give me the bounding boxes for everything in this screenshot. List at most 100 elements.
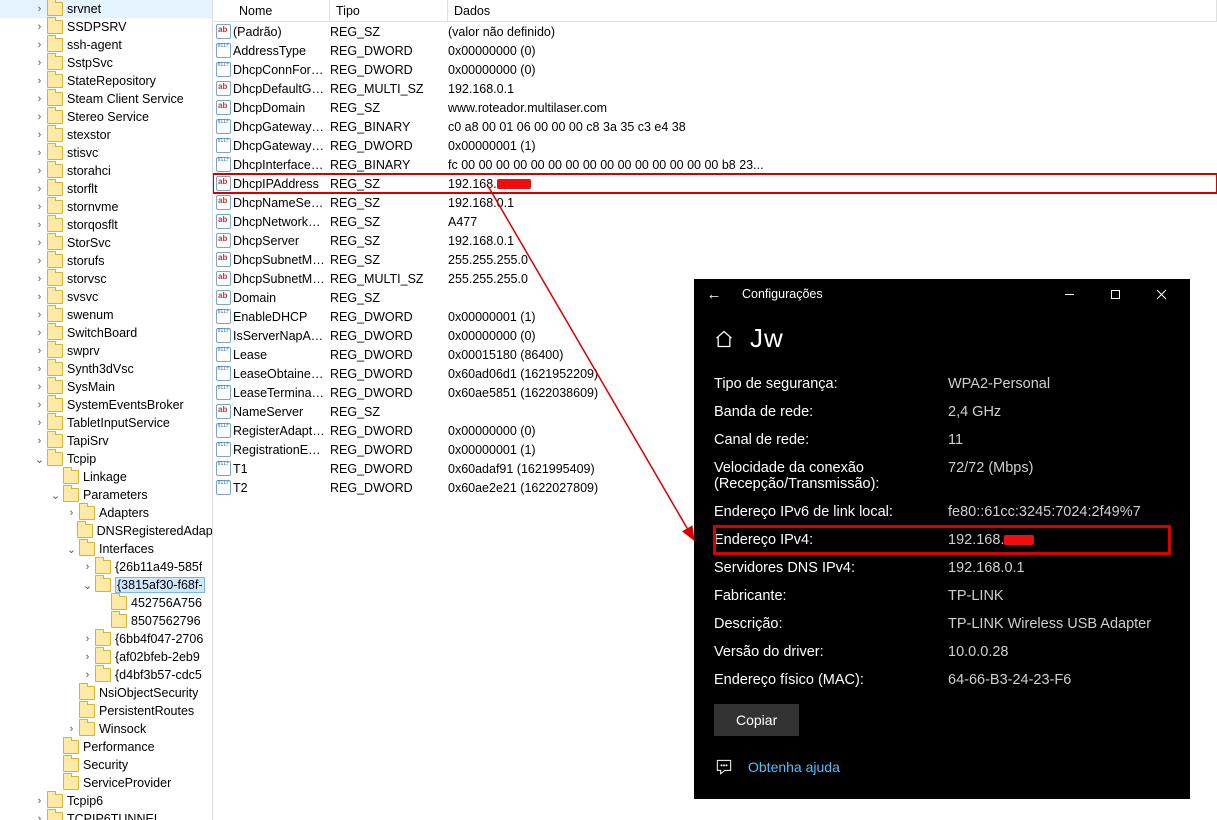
- tree-item--3815af30-f68f-[interactable]: ⌄{3815af30-f68f-: [0, 576, 212, 594]
- expand-icon[interactable]: ›: [32, 165, 47, 177]
- expand-icon[interactable]: ›: [32, 255, 47, 267]
- expand-icon[interactable]: ›: [32, 201, 47, 213]
- tree-item-srvnet[interactable]: ›srvnet: [0, 0, 212, 18]
- tree-item-ssh-agent[interactable]: ›ssh-agent: [0, 36, 212, 54]
- tree-item-linkage[interactable]: ·Linkage: [0, 468, 212, 486]
- tree-item-parameters[interactable]: ⌄Parameters: [0, 486, 212, 504]
- tree-item--6bb4f047-2706[interactable]: ›{6bb4f047-2706: [0, 630, 212, 648]
- collapse-icon[interactable]: ⌄: [64, 543, 79, 556]
- tree-item-winsock[interactable]: ›Winsock: [0, 720, 212, 738]
- col-header-data[interactable]: Dados: [448, 0, 1217, 21]
- expand-icon[interactable]: ›: [32, 381, 47, 393]
- tree-item-tcpip6[interactable]: ›Tcpip6: [0, 792, 212, 810]
- tree-item-stereo-service[interactable]: ›Stereo Service: [0, 108, 212, 126]
- expand-icon[interactable]: ›: [32, 291, 47, 303]
- expand-icon[interactable]: ›: [32, 795, 47, 807]
- tree-item-steam-client-service[interactable]: ›Steam Client Service: [0, 90, 212, 108]
- settings-titlebar[interactable]: ← Configurações: [694, 279, 1190, 309]
- expand-icon[interactable]: ›: [32, 93, 47, 105]
- tree-item-systemeventsbroker[interactable]: ›SystemEventsBroker: [0, 396, 212, 414]
- expand-icon[interactable]: ›: [80, 561, 95, 573]
- expand-icon[interactable]: ›: [32, 75, 47, 87]
- tree-item-staterepository[interactable]: ›StateRepository: [0, 72, 212, 90]
- col-header-type[interactable]: Tipo: [330, 0, 448, 21]
- expand-icon[interactable]: ›: [32, 39, 47, 51]
- tree-item-storvsc[interactable]: ›storvsc: [0, 270, 212, 288]
- registry-value-row[interactable]: DhcpSubnetMaskREG_SZ255.255.255.0: [213, 250, 1217, 269]
- registry-value-row[interactable]: DhcpDomainREG_SZwww.roteador.multilaser.…: [213, 98, 1217, 117]
- expand-icon[interactable]: ›: [32, 309, 47, 321]
- expand-icon[interactable]: ›: [32, 417, 47, 429]
- tree-item-swprv[interactable]: ›swprv: [0, 342, 212, 360]
- tree-item-452756a756[interactable]: ·452756A756: [0, 594, 212, 612]
- tree-item-adapters[interactable]: ›Adapters: [0, 504, 212, 522]
- registry-value-row[interactable]: DhcpConnForce...REG_DWORD0x00000000 (0): [213, 60, 1217, 79]
- expand-icon[interactable]: ›: [32, 57, 47, 69]
- expand-icon[interactable]: ›: [32, 129, 47, 141]
- expand-icon[interactable]: ›: [32, 183, 47, 195]
- tree-item-storufs[interactable]: ›storufs: [0, 252, 212, 270]
- expand-icon[interactable]: ›: [32, 147, 47, 159]
- expand-icon[interactable]: ›: [80, 633, 95, 645]
- tree-item-interfaces[interactable]: ⌄Interfaces: [0, 540, 212, 558]
- get-help-link[interactable]: Obtenha ajuda: [714, 757, 840, 777]
- expand-icon[interactable]: ›: [32, 273, 47, 285]
- tree-item-persistentroutes[interactable]: ·PersistentRoutes: [0, 702, 212, 720]
- tree-item-switchboard[interactable]: ›SwitchBoard: [0, 324, 212, 342]
- tree-item-storflt[interactable]: ›storflt: [0, 180, 212, 198]
- tree-item--26b11a49-585f[interactable]: ›{26b11a49-585f: [0, 558, 212, 576]
- registry-value-row[interactable]: DhcpGatewayH...REG_BINARYc0 a8 00 01 06 …: [213, 117, 1217, 136]
- expand-icon[interactable]: ›: [32, 3, 47, 15]
- tree-item-svsvc[interactable]: ›svsvc: [0, 288, 212, 306]
- tree-item-dnsregisteredadapters[interactable]: ·DNSRegisteredAdapters: [0, 522, 212, 540]
- expand-icon[interactable]: ›: [32, 345, 47, 357]
- maximize-button[interactable]: [1092, 279, 1138, 309]
- tree-item-storqosflt[interactable]: ›storqosflt: [0, 216, 212, 234]
- tree-item--d4bf3b57-cdc5[interactable]: ›{d4bf3b57-cdc5: [0, 666, 212, 684]
- tree-item-tabletinputservice[interactable]: ›TabletInputService: [0, 414, 212, 432]
- registry-value-row[interactable]: (Padrão)REG_SZ(valor não definido): [213, 22, 1217, 41]
- expand-icon[interactable]: ›: [32, 363, 47, 375]
- tree-item-nsiobjectsecurity[interactable]: ·NsiObjectSecurity: [0, 684, 212, 702]
- tree-item-stornvme[interactable]: ›stornvme: [0, 198, 212, 216]
- expand-icon[interactable]: ›: [32, 399, 47, 411]
- tree-item-sysmain[interactable]: ›SysMain: [0, 378, 212, 396]
- home-icon[interactable]: [714, 329, 734, 349]
- tree-item--af02bfeb-2eb9[interactable]: ›{af02bfeb-2eb9: [0, 648, 212, 666]
- tree-item-stisvc[interactable]: ›stisvc: [0, 144, 212, 162]
- expand-icon[interactable]: ›: [80, 669, 95, 681]
- tree-item-8507562796[interactable]: ·8507562796: [0, 612, 212, 630]
- expand-icon[interactable]: ›: [32, 21, 47, 33]
- expand-icon[interactable]: ›: [32, 435, 47, 447]
- registry-value-row[interactable]: DhcpIPAddressREG_SZ192.168.: [213, 174, 1217, 193]
- registry-value-row[interactable]: DhcpNameServerREG_SZ192.168.0.1: [213, 193, 1217, 212]
- collapse-icon[interactable]: ⌄: [32, 453, 47, 466]
- tree-item-ssdpsrv[interactable]: ›SSDPSRV: [0, 18, 212, 36]
- tree-item-serviceprovider[interactable]: ·ServiceProvider: [0, 774, 212, 792]
- tree-item-tapisrv[interactable]: ›TapiSrv: [0, 432, 212, 450]
- tree-item-synth3dvsc[interactable]: ›Synth3dVsc: [0, 360, 212, 378]
- tree-item-tcpip[interactable]: ⌄Tcpip: [0, 450, 212, 468]
- expand-icon[interactable]: ›: [32, 327, 47, 339]
- collapse-icon[interactable]: ⌄: [48, 489, 63, 502]
- registry-value-row[interactable]: AddressTypeREG_DWORD0x00000000 (0): [213, 41, 1217, 60]
- expand-icon[interactable]: ›: [32, 219, 47, 231]
- registry-tree[interactable]: ›srvnet›SSDPSRV›ssh-agent›SstpSvc›StateR…: [0, 0, 213, 820]
- tree-item-tcpip6tunnel[interactable]: ›TCPIP6TUNNEL: [0, 810, 212, 820]
- registry-value-row[interactable]: DhcpNetworkHintREG_SZA477: [213, 212, 1217, 231]
- tree-item-storsvc[interactable]: ›StorSvc: [0, 234, 212, 252]
- minimize-button[interactable]: [1046, 279, 1092, 309]
- registry-value-row[interactable]: DhcpServerREG_SZ192.168.0.1: [213, 231, 1217, 250]
- expand-icon[interactable]: ›: [80, 651, 95, 663]
- close-button[interactable]: [1138, 279, 1184, 309]
- tree-item-storahci[interactable]: ›storahci: [0, 162, 212, 180]
- tree-item-stexstor[interactable]: ›stexstor: [0, 126, 212, 144]
- collapse-icon[interactable]: ⌄: [80, 579, 95, 592]
- tree-item-swenum[interactable]: ›swenum: [0, 306, 212, 324]
- expand-icon[interactable]: ›: [64, 507, 79, 519]
- tree-item-sstpsvc[interactable]: ›SstpSvc: [0, 54, 212, 72]
- back-button[interactable]: ←: [700, 286, 728, 303]
- expand-icon[interactable]: ›: [32, 813, 47, 820]
- registry-value-row[interactable]: DhcpGatewayH...REG_DWORD0x00000001 (1): [213, 136, 1217, 155]
- expand-icon[interactable]: ›: [64, 723, 79, 735]
